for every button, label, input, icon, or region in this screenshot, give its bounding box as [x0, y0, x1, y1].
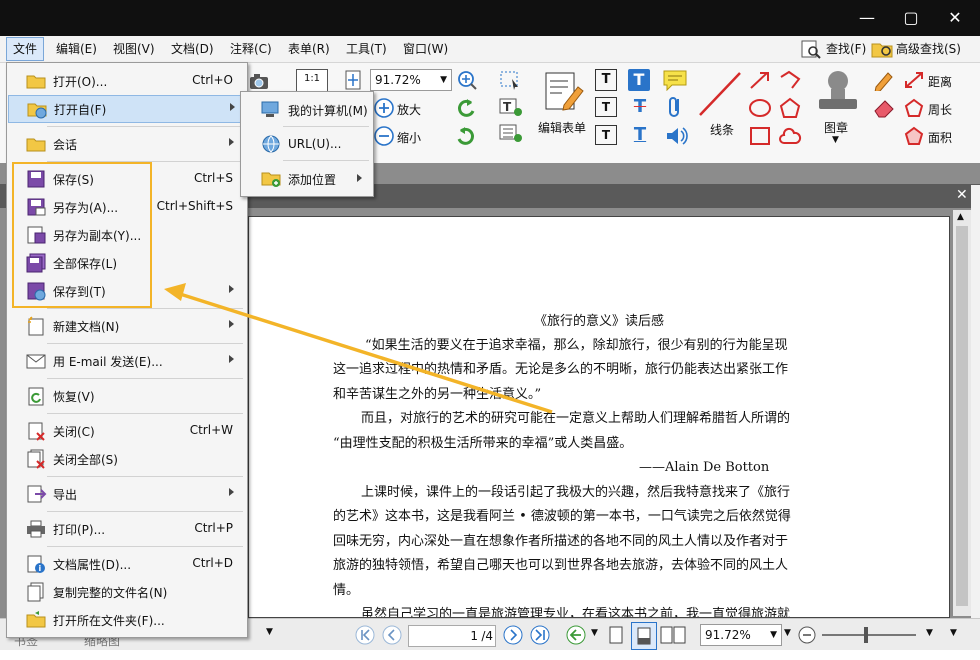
annotation-arrow-icon [164, 283, 553, 414]
watermark: Bai 经验 [745, 580, 853, 610]
